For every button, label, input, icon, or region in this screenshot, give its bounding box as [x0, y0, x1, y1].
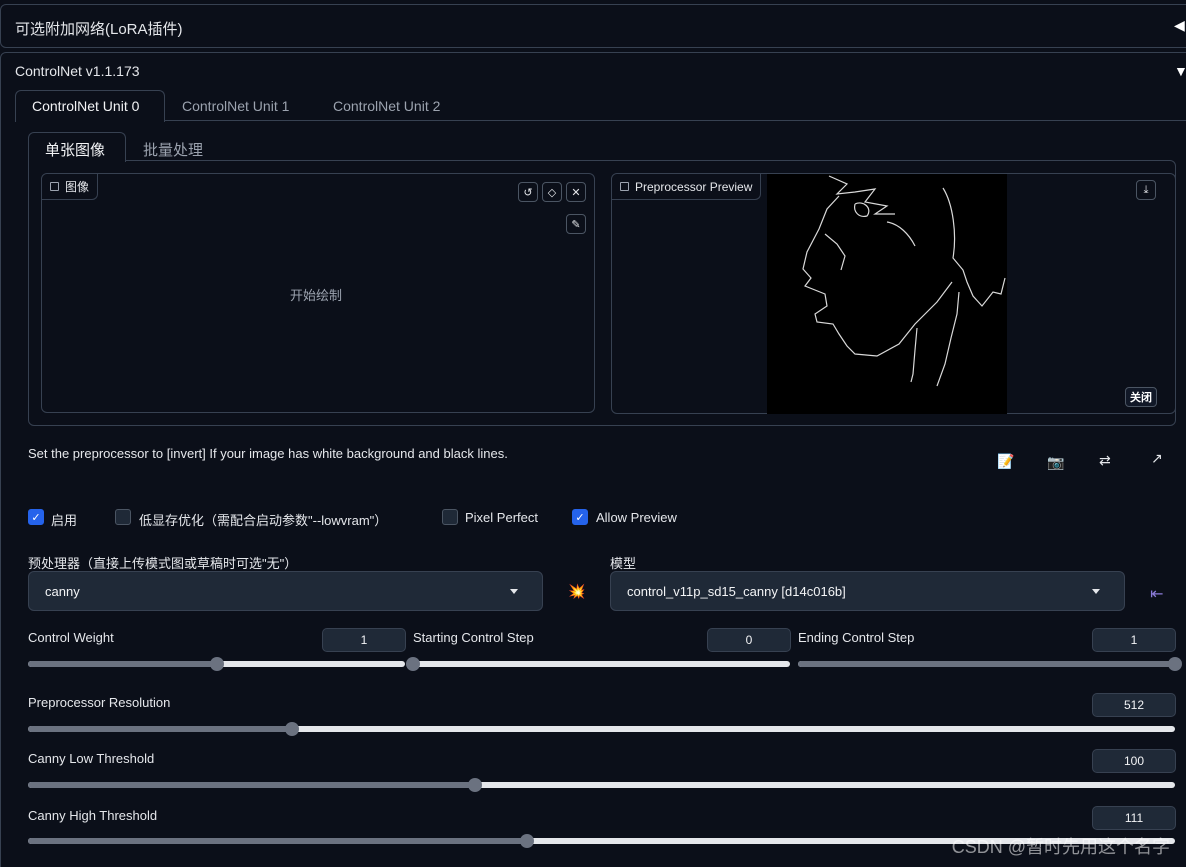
tab-single-image[interactable]: 单张图像: [45, 139, 105, 160]
canny-high-label: Canny High Threshold: [28, 808, 158, 823]
slider-handle[interactable]: [1168, 657, 1182, 671]
camera-icon[interactable]: 📷: [1047, 454, 1064, 471]
undo-icon[interactable]: ↺: [518, 182, 538, 202]
pixel-perfect-label: Pixel Perfect: [465, 510, 538, 525]
send-dimensions-icon[interactable]: ↗: [1151, 450, 1163, 467]
preprocessor-dropdown[interactable]: canny: [28, 571, 543, 611]
refresh-models-icon[interactable]: ⇤: [1150, 584, 1163, 604]
slider-fill: [28, 726, 292, 732]
model-value: control_v11p_sd15_canny [d14c016b]: [627, 584, 846, 599]
close-preview-button[interactable]: 关闭: [1125, 387, 1157, 407]
canny-high-input[interactable]: 111: [1092, 806, 1176, 830]
pixel-perfect-checkbox[interactable]: [442, 509, 458, 525]
swap-icon[interactable]: ⇄: [1099, 452, 1111, 469]
image-label: 图像: [65, 180, 90, 194]
preview-image: [767, 174, 1007, 414]
slider-handle[interactable]: [209, 657, 224, 671]
preprocessor-label: 预处理器（直接上传模式图或草稿时可选"无"）: [28, 556, 298, 571]
chevron-down-icon: [1092, 589, 1100, 594]
lora-panel-title: 可选附加网络(LoRA插件): [15, 21, 183, 38]
starting-step-input[interactable]: 0: [707, 628, 791, 652]
preprocessor-resolution-label: Preprocessor Resolution: [28, 695, 171, 710]
canny-low-slider[interactable]: [28, 778, 1175, 792]
tab-controlnet-unit-0[interactable]: ControlNet Unit 0: [32, 98, 139, 114]
control-weight-input[interactable]: 1: [322, 628, 406, 652]
lowvram-checkbox[interactable]: [115, 509, 131, 525]
canny-low-input[interactable]: 100: [1092, 749, 1176, 773]
preview-label: Preprocessor Preview: [635, 179, 753, 194]
enable-label: 启用: [51, 513, 78, 528]
image-icon: [50, 182, 59, 191]
collapse-down-icon[interactable]: ▼: [1174, 63, 1186, 79]
preprocessor-resolution-input[interactable]: 512: [1092, 693, 1176, 717]
canny-low-label: Canny Low Threshold: [28, 751, 155, 766]
tab-batch[interactable]: 批量处理: [143, 139, 203, 160]
close-icon[interactable]: ✕: [566, 182, 586, 202]
run-preprocessor-icon[interactable]: 💥: [568, 583, 585, 600]
lora-panel-header[interactable]: 可选附加网络(LoRA插件): [0, 4, 1186, 48]
new-canvas-icon[interactable]: 📝: [997, 453, 1014, 470]
slider-fill: [28, 782, 476, 788]
model-dropdown[interactable]: control_v11p_sd15_canny [d14c016b]: [610, 571, 1125, 611]
enable-checkbox[interactable]: ✓: [28, 509, 44, 525]
slider-handle[interactable]: [519, 834, 534, 848]
eraser-icon[interactable]: ◇: [542, 182, 562, 202]
control-weight-label: Control Weight: [28, 630, 114, 645]
starting-step-label: Starting Control Step: [413, 630, 534, 645]
model-label: 模型: [610, 556, 637, 571]
controlnet-title[interactable]: ControlNet v1.1.173: [15, 63, 140, 79]
slider-handle[interactable]: [284, 722, 299, 736]
download-icon[interactable]: ⤓: [1136, 180, 1156, 200]
ending-step-label: Ending Control Step: [798, 630, 915, 645]
slider-fill: [28, 661, 217, 667]
preprocessor-hint: Set the preprocessor to [invert] If your…: [28, 446, 508, 461]
lowvram-label: 低显存优化（需配合启动参数"--lowvram"）: [139, 513, 388, 528]
canny-edge-drawing: [802, 175, 1006, 387]
image-canvas[interactable]: 图像 开始绘制 ↺ ◇ ✕ ✎: [41, 173, 595, 413]
preprocessor-value: canny: [45, 584, 80, 599]
chevron-down-icon: [510, 589, 518, 594]
ending-step-input[interactable]: 1: [1092, 628, 1176, 652]
preview-label-chip: Preprocessor Preview: [612, 174, 762, 200]
brush-icon[interactable]: ✎: [566, 214, 586, 234]
preprocessor-preview: Preprocessor Preview ⤓ 关闭: [611, 173, 1176, 414]
canvas-placeholder: 开始绘制: [290, 288, 343, 303]
collapse-left-icon[interactable]: ◀: [1174, 17, 1185, 34]
slider-fill: [28, 838, 527, 844]
allow-preview-checkbox[interactable]: ✓: [572, 509, 588, 525]
tab-controlnet-unit-2[interactable]: ControlNet Unit 2: [333, 98, 440, 114]
image-icon: [620, 182, 629, 191]
image-label-chip: 图像: [42, 174, 99, 200]
csdn-watermark: CSDN @暂时先用这个名字: [951, 837, 1170, 857]
preprocessor-resolution-slider[interactable]: [28, 722, 1175, 736]
control-weight-slider[interactable]: [28, 657, 405, 671]
starting-step-slider[interactable]: [406, 657, 790, 671]
ending-step-slider[interactable]: [798, 657, 1182, 671]
allow-preview-label: Allow Preview: [596, 510, 677, 525]
tab-controlnet-unit-1[interactable]: ControlNet Unit 1: [182, 98, 289, 114]
slider-fill: [798, 661, 1175, 667]
slider-handle[interactable]: [406, 657, 420, 671]
